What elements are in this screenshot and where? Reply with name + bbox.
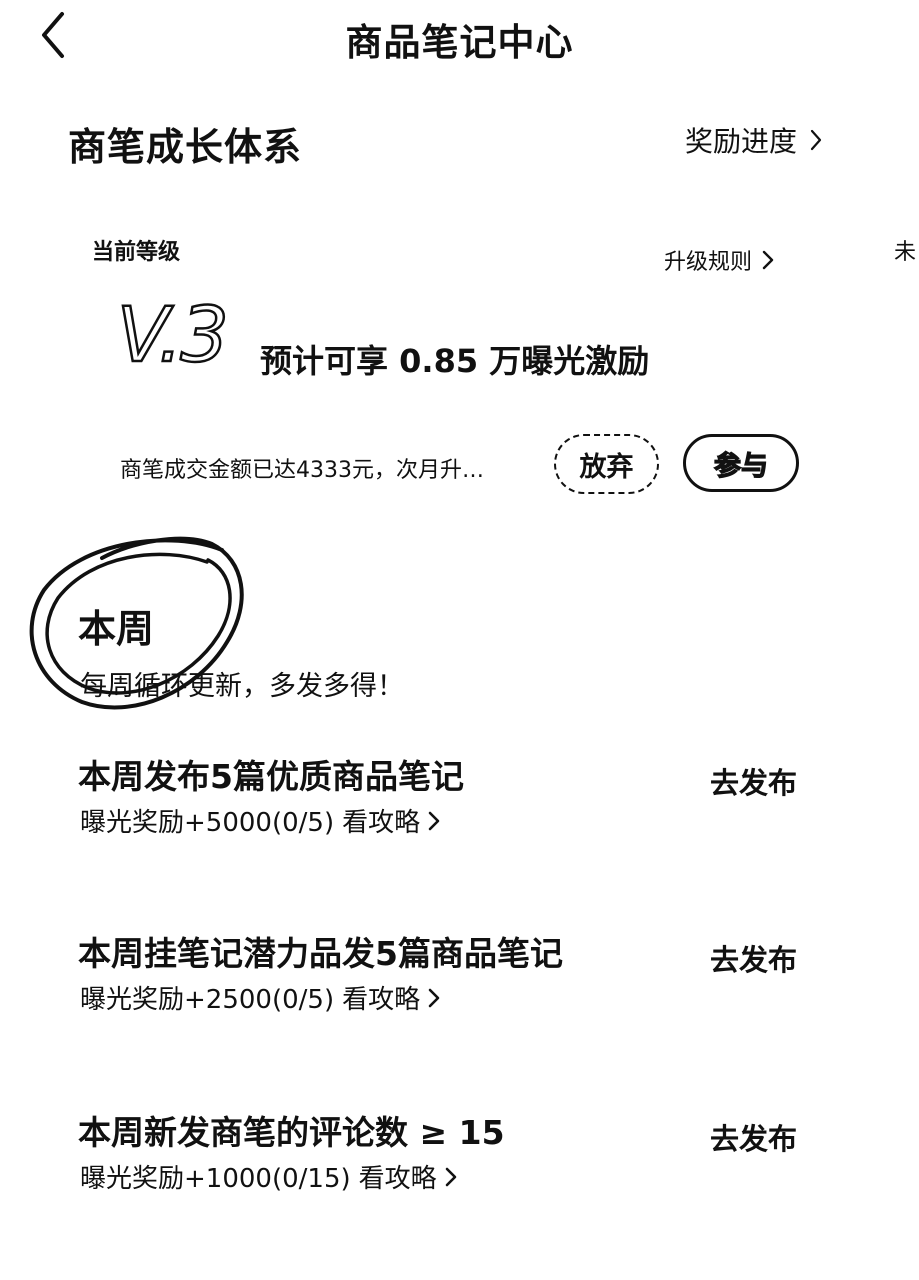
guide-link-label: 看攻略 [342, 985, 421, 1015]
guide-link[interactable]: 看攻略 [342, 979, 440, 1016]
task-meta: 曝光奖励+1000(0/15) 看攻略 [80, 1158, 457, 1195]
task-meta: 曝光奖励+5000(0/5) 看攻略 [80, 802, 440, 839]
publish-button[interactable]: 去发布 [710, 937, 797, 979]
estimated-incentive: 预计可享 0.85 万曝光激励 [260, 342, 650, 380]
reward-progress-label: 奖励进度 [685, 125, 798, 158]
guide-link[interactable]: 看攻略 [342, 802, 440, 839]
upgrade-rules-label: 升级规则 [664, 250, 753, 275]
publish-button[interactable]: 去发布 [710, 1116, 797, 1158]
chevron-right-icon [762, 250, 774, 270]
task-reward: 曝光奖励+2500(0/5) [80, 985, 335, 1015]
level-badge: V.3 [116, 289, 230, 381]
join-button[interactable]: 参与 [683, 434, 799, 492]
task-title: 本周挂笔记潜力品发5篇商品笔记 [78, 934, 563, 973]
current-level-label: 当前等级 [92, 240, 181, 265]
guide-link-label: 看攻略 [358, 1164, 437, 1194]
task-title: 本周新发商笔的评论数 ≥ 15 [78, 1113, 505, 1152]
upgrade-rules-link[interactable]: 升级规则 [664, 244, 774, 276]
abandon-button[interactable]: 放弃 [554, 434, 659, 494]
chevron-right-icon [809, 128, 823, 152]
publish-button[interactable]: 去发布 [710, 760, 797, 802]
task-reward: 曝光奖励+5000(0/5) [80, 808, 335, 838]
task-reward: 曝光奖励+1000(0/15) [80, 1164, 351, 1194]
reward-progress-link[interactable]: 奖励进度 [685, 120, 823, 160]
guide-link[interactable]: 看攻略 [359, 1158, 457, 1195]
guide-link-label: 看攻略 [342, 808, 421, 838]
page: 商品笔记中心 商笔成长体系 奖励进度 当前等级 升级规则 未 V.3 预计可享 … [0, 0, 919, 1280]
clipped-edge-text: 未 [894, 240, 917, 265]
weekly-section-title: 本周 [78, 607, 155, 651]
task-meta: 曝光奖励+2500(0/5) 看攻略 [80, 979, 440, 1016]
task-title: 本周发布5篇优质商品笔记 [78, 757, 464, 796]
page-title: 商品笔记中心 [345, 21, 574, 64]
chevron-right-icon [428, 810, 440, 832]
progress-message: 商笔成交金额已达4333元，次月升… [120, 458, 484, 483]
chevron-right-icon [445, 1166, 457, 1188]
chevron-right-icon [428, 987, 440, 1009]
growth-section-title: 商笔成长体系 [68, 125, 303, 169]
weekly-section-subtitle: 每周循环更新，多发多得！ [80, 671, 404, 702]
